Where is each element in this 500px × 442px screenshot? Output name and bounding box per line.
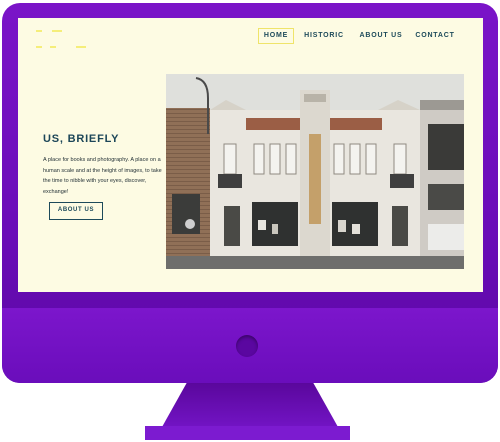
storefront-photo — [166, 74, 464, 269]
main-nav: HOME HISTORIC ABOUT US CONTACT — [18, 28, 483, 48]
nav-home[interactable]: HOME — [258, 28, 294, 44]
storefront-illustration — [166, 74, 464, 269]
website-screen: HOME HISTORIC ABOUT US CONTACT US, BRIEF… — [18, 18, 483, 292]
monitor-stand — [162, 383, 338, 427]
intro-text: A place for books and photography. A pla… — [43, 157, 162, 195]
nav-contact[interactable]: CONTACT — [415, 28, 455, 44]
nav-about-us[interactable]: ABOUT US — [358, 28, 404, 44]
section-heading: US, BRIEFLY — [43, 133, 120, 145]
power-button — [236, 335, 258, 357]
nav-historic[interactable]: HISTORIC — [304, 28, 344, 44]
about-us-button[interactable]: ABOUT US — [49, 202, 103, 220]
monitor-base — [145, 426, 350, 440]
